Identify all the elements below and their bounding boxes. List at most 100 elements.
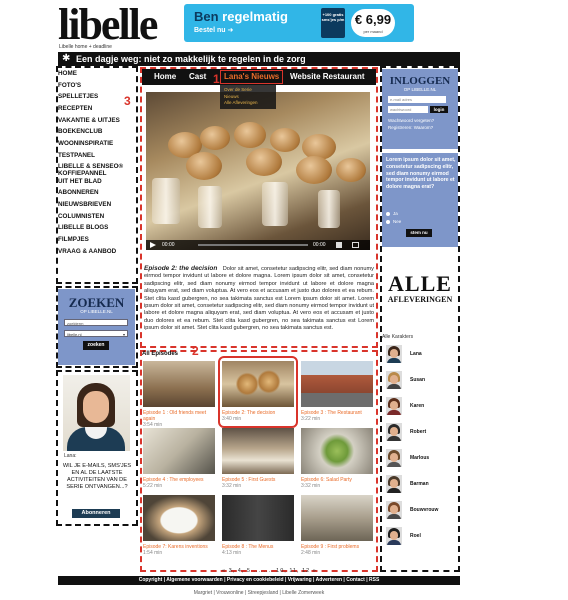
nav-item-home[interactable]: HOME xyxy=(58,68,136,80)
episode-thumb-7[interactable] xyxy=(143,495,215,541)
nav-item-testpanel[interactable]: TESTPANEL xyxy=(58,150,136,162)
poll-option-no[interactable]: Nee xyxy=(386,219,401,224)
vote-button[interactable]: stem nu xyxy=(406,229,432,237)
episode-body: Dolor sit amet, consetetur sadipscing el… xyxy=(144,266,374,332)
lana-message: WIL JE E-MAILS, SMS'JES EN AL DE LAATSTE… xyxy=(62,463,132,490)
nav-item-abonneren[interactable]: ABONNEREN xyxy=(58,187,136,199)
marker-1: 1 xyxy=(213,72,220,86)
character-roel[interactable]: Roel xyxy=(386,527,456,547)
all-episodes-banner[interactable]: ALLE AFLEVERINGEN xyxy=(382,255,458,327)
nav-item-columnisten[interactable]: COLUMNISTEN xyxy=(58,211,136,223)
character-robert[interactable]: Robert xyxy=(386,423,456,443)
episode-thumb-1[interactable] xyxy=(143,361,215,407)
news-dropdown: Over de Serie Nieuws Alle Afleveringen xyxy=(220,85,276,109)
lana-photo xyxy=(63,375,130,451)
poll-panel: Lorem ipsum dolor sit amet, consetetur s… xyxy=(382,153,458,247)
character-susan[interactable]: Susan xyxy=(386,371,456,391)
subscribe-button[interactable]: Abonneren xyxy=(72,509,120,518)
headline-text: Een dagje weg: niet zo makkelijk te rege… xyxy=(76,54,306,64)
libelle-logo[interactable]: libelle xyxy=(58,3,158,47)
episode-caption-3[interactable]: Episode 3 : The Restaurant 3:22 min xyxy=(301,410,377,422)
login-button[interactable]: login xyxy=(430,106,448,113)
login-title: INLOGGEN xyxy=(389,75,451,87)
fullscreen-icon[interactable] xyxy=(352,242,359,248)
character-marlous[interactable]: Marlous xyxy=(386,449,456,469)
banner-headline: Ben regelmatig xyxy=(194,9,288,24)
all-episodes-line2: AFLEVERINGEN xyxy=(387,295,453,304)
nav-item-filmpjes[interactable]: FILMPJES xyxy=(58,234,136,246)
episode-thumb-5[interactable] xyxy=(222,428,294,474)
characters-heading: Alle Karakters xyxy=(382,334,414,340)
poll-question: Lorem ipsum dolor sit amet, consetetur s… xyxy=(386,157,456,191)
episode-thumb-8[interactable] xyxy=(222,495,294,541)
nav-item-vraag-aanbod[interactable]: VRAAG & AANBOD xyxy=(58,246,136,258)
marker-2: 2 xyxy=(192,344,199,358)
episode-title: Episode 2: the decision xyxy=(144,265,218,272)
nav-item-boekenclub[interactable]: BOEKENCLUB xyxy=(58,126,136,138)
logo-subtitle: Libelle home + deadline xyxy=(59,44,112,50)
login-subtitle: OP LIBELLE.NL xyxy=(403,87,437,92)
episode-caption-8[interactable]: Episode 8 : The Menus 4:13 min xyxy=(222,544,298,556)
episode-thumb-4[interactable] xyxy=(143,428,215,474)
episode-caption-7[interactable]: Episode 7: Karens inventions 1:54 min xyxy=(143,544,219,556)
tab-cast[interactable]: Cast xyxy=(189,69,206,85)
search-button[interactable]: zoeken xyxy=(83,341,109,350)
email-field[interactable]: e-mail adres xyxy=(388,96,446,103)
video-progress-bar[interactable] xyxy=(198,244,308,246)
nav-item-koffiepannel[interactable]: LIBELLE & SENSEO® KOFFIEPANNEL xyxy=(58,162,136,177)
nav-item-vakantie[interactable]: VAKANTIE & UITJES xyxy=(58,115,136,127)
video-nav: Home Cast Lana's Nieuws Website Restaura… xyxy=(142,69,376,85)
episode-caption-2[interactable]: Episode 2: The decision 3:40 min xyxy=(222,410,298,422)
star-icon: ✱ xyxy=(62,53,71,64)
play-icon[interactable] xyxy=(150,242,156,248)
episode-thumb-6[interactable] xyxy=(301,428,373,474)
nav-item-wooninspiratie[interactable]: WOONINSPIRATIE xyxy=(58,138,136,150)
password-field[interactable]: wachtwoord xyxy=(388,106,428,113)
subscription-banner[interactable]: Ben regelmatig Bestel nu ➜ +100 gratis s… xyxy=(184,4,414,42)
lana-promo: Lana: WIL JE E-MAILS, SMS'JES EN AL DE L… xyxy=(58,375,135,523)
character-barman[interactable]: Barman xyxy=(386,475,456,495)
video-controls: 00:00 00:00 xyxy=(146,240,370,250)
footer-partner-links[interactable]: Margriet | Vrouwonline | Streepjesland |… xyxy=(58,590,460,596)
nav-item-uit-het-blad[interactable]: UIT HET BLAD xyxy=(58,176,136,188)
search-subtitle: OP LIBELLE.NL xyxy=(80,309,113,314)
tab-home[interactable]: Home xyxy=(154,69,176,85)
volume-icon[interactable] xyxy=(336,242,342,248)
marker-3: 3 xyxy=(124,94,131,108)
nav-item-nieuwsbrieven[interactable]: NIEUWSBRIEVEN xyxy=(58,199,136,211)
headline-bar[interactable]: ✱ Een dagje weg: niet zo makkelijk te re… xyxy=(58,52,460,66)
video-player[interactable]: 00:00 00:00 xyxy=(146,92,370,250)
footer-links[interactable]: Copyright | Algemene voorwaarden | Priva… xyxy=(58,576,460,585)
search-scope-select[interactable]: libelle.nl ▾ xyxy=(64,330,128,337)
episode-caption-1[interactable]: Episode 1 : Old friends meet again 3:54 m… xyxy=(143,410,219,428)
episodes-pagination[interactable]: « 3, 4, 5 ........ 10, 11, 12 » xyxy=(222,568,317,574)
character-lana[interactable]: Lana xyxy=(386,345,456,365)
poll-option-yes[interactable]: Ja xyxy=(386,211,398,216)
dropdown-item-alle-afleveringen[interactable]: Alle Afleveringen xyxy=(224,100,276,107)
episode-thumb-2[interactable] xyxy=(222,361,294,407)
episodes-heading: All Episodes xyxy=(142,351,179,357)
lana-name: Lana: xyxy=(64,453,77,459)
search-input[interactable]: zoekterm xyxy=(64,319,128,326)
episode-thumb-3[interactable] xyxy=(301,361,373,407)
episode-caption-9[interactable]: Episode 9 : First problems 2:48 min xyxy=(301,544,377,556)
character-bouwvrouw[interactable]: Bouwvrouw xyxy=(386,501,456,521)
character-karen[interactable]: Karen xyxy=(386,397,456,417)
forgot-password-link[interactable]: Wachtwoord vergeten? xyxy=(388,118,434,123)
episode-thumb-9[interactable] xyxy=(301,495,373,541)
banner-order-link[interactable]: Bestel nu ➜ xyxy=(194,26,233,34)
tab-website-restaurant[interactable]: Website Restaurant xyxy=(290,69,365,85)
tab-lanas-nieuws[interactable]: Lana's Nieuws xyxy=(220,70,284,84)
episode-caption-5[interactable]: Episode 5 : First Guests 3:32 min xyxy=(222,477,298,489)
nav-item-fotos[interactable]: FOTO'S xyxy=(58,80,136,92)
episode-caption-6[interactable]: Episode 6: Salad Party 3:32 min xyxy=(301,477,377,489)
radio-icon[interactable] xyxy=(386,211,390,216)
chevron-down-icon: ▾ xyxy=(122,332,125,337)
video-time-current: 00:00 xyxy=(162,242,175,248)
banner-price: € 6,99 per maand xyxy=(351,9,395,37)
radio-icon[interactable] xyxy=(386,219,390,224)
nav-item-blogs[interactable]: LIBELLE BLOGS xyxy=(58,222,136,234)
episode-caption-4[interactable]: Episode 4 : The employees 5:22 min xyxy=(143,477,219,489)
register-link[interactable]: Registreren: Waarom? xyxy=(388,125,433,130)
banner-promo-badge: +100 gratis sms'jes p/m xyxy=(321,8,345,38)
